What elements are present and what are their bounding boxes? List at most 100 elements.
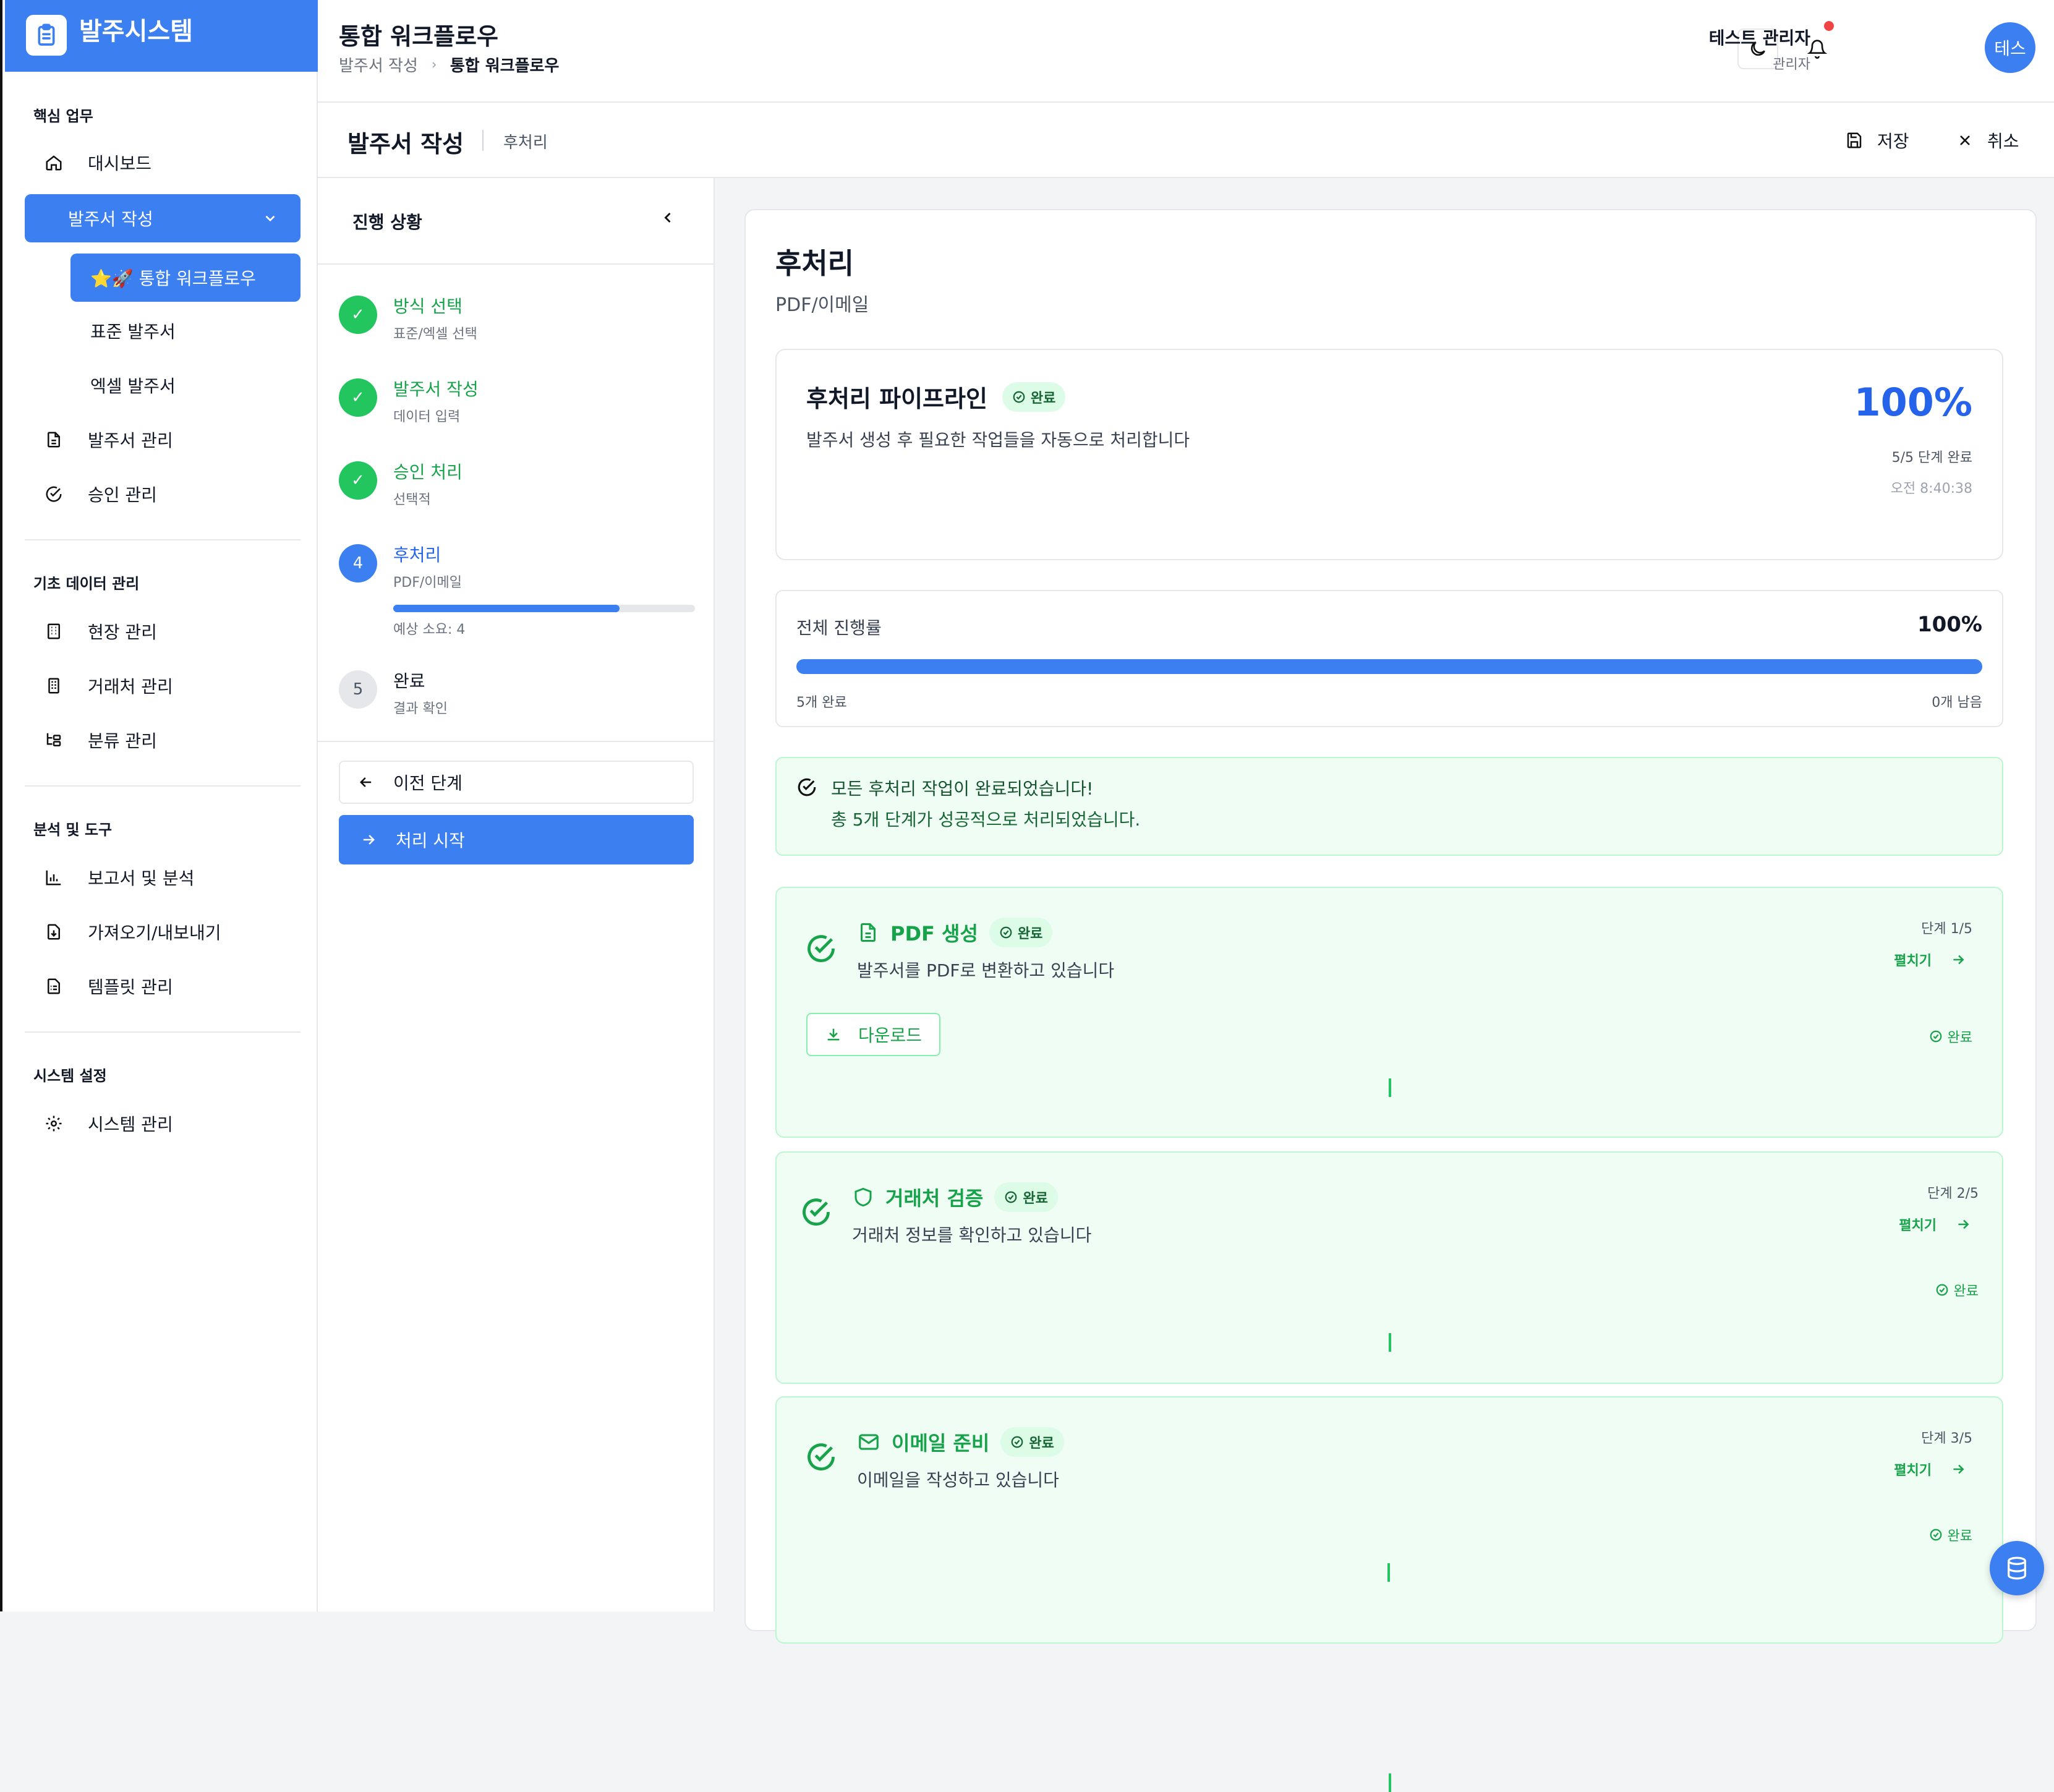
check-circle-icon [1012,390,1026,404]
building-icon [43,621,64,642]
connector-line [1389,1078,1391,1097]
collapse-panel-button[interactable] [659,209,676,226]
progress-title: 진행 상황 [352,212,422,233]
sidebar-item-approval-manage[interactable]: 승인 관리 [25,470,300,518]
overall-progress-label: 전체 진행률 [796,618,882,638]
expand-button[interactable]: 펼치기 [1899,1214,1971,1234]
sidebar-item-label: 템플릿 관리 [88,977,173,997]
download-button[interactable]: 다운로드 [806,1013,941,1056]
sidebar-item-system-manage[interactable]: 시스템 관리 [25,1099,300,1148]
sidebar-item-label: 거래처 관리 [88,676,173,697]
sidebar-item-vendor-manage[interactable]: 거래처 관리 [25,662,300,710]
task-title: PDF 생성 [890,922,978,945]
avatar[interactable]: 테스 [1985,22,2035,73]
sidebar-item-label: 표준 발주서 [90,322,176,342]
step-title: 완료 [393,671,425,691]
page-title: 통합 워크플로우 [339,23,498,50]
sidebar-item-standard-po[interactable]: 표준 발주서 [70,307,300,355]
progress-step[interactable]: 5 완료 결과 확인 [318,652,714,726]
office-building-icon [43,675,64,696]
sidebar-item-label: 분류 관리 [88,731,157,751]
sidebar: 발주시스템 핵심 업무 대시보드 발주서 작성 ⭐🚀 통합 워크플로우 표준 발… [0,0,320,1611]
sidebar-item-import-export[interactable]: 가져오기/내보내기 [25,908,300,956]
step-title: 발주서 작성 [393,379,479,399]
gear-icon [43,1113,64,1134]
badge-label: 완료 [1017,926,1043,942]
pipeline-steps-done: 5/5 단계 완료 [1891,450,1972,466]
sidebar-item-integrated-workflow[interactable]: ⭐🚀 통합 워크플로우 [70,254,300,302]
badge-label: 완료 [1029,1436,1054,1451]
progress-step[interactable]: ✓ 발주서 작성 데이터 입력 [318,360,714,434]
task-step-indicator: 단계 1/5 [1921,921,1972,937]
arrow-right-icon [360,831,377,848]
cancel-button[interactable]: 취소 [1956,126,2019,155]
progress-step[interactable]: ✓ 승인 처리 선택적 [318,443,714,517]
database-fab-button[interactable] [1990,1541,2044,1595]
pipeline-card: 후처리 파이프라인 완료 발주서 생성 후 필요한 작업들을 자동으로 처리합니… [775,349,2003,560]
expand-label: 펼치기 [1894,1463,1932,1478]
sidebar-item-label: 시스템 관리 [88,1114,173,1135]
save-button[interactable]: 저장 [1845,126,1909,155]
sidebar-item-po-manage[interactable]: 발주서 관리 [25,416,300,464]
brand-header[interactable]: 발주시스템 [5,0,320,72]
badge-label: 완료 [1023,1191,1048,1206]
chevron-right-icon [429,60,439,70]
sidebar-item-reports[interactable]: 보고서 및 분석 [25,853,300,902]
breadcrumb-item[interactable]: 발주서 작성 [339,53,418,76]
file-text-icon [857,921,879,944]
user-info[interactable]: 테스트 관리자 관리자 [1625,25,1810,73]
connector-line [1389,1333,1391,1352]
task-step-indicator: 단계 3/5 [1921,1431,1972,1446]
sidebar-item-label: 엑셀 발주서 [90,376,176,396]
top-header: 통합 워크플로우 발주서 작성 통합 워크플로우 테스트 관리자 관리자 테스 [318,0,2054,103]
file-list-icon [43,976,64,997]
section-label-core: 핵심 업무 [33,108,93,125]
success-alert: 모든 후처리 작업이 완료되었습니다! 총 5개 단계가 성공적으로 처리되었습… [775,757,2003,856]
start-processing-label: 처리 시작 [396,830,465,851]
step-subtitle: 표준/엑셀 선택 [393,326,477,342]
step-subtitle: 데이터 입력 [393,409,461,425]
content-title: 후처리 [775,247,854,280]
sidebar-item-po-create[interactable]: 발주서 작성 [25,194,300,242]
check-circle-icon [800,1196,832,1228]
completed-count: 5개 완료 [796,695,847,710]
progress-step[interactable]: ✓ 방식 선택 표준/엑셀 선택 [318,277,714,351]
step-number: 4 [339,544,377,582]
success-description: 총 5개 단계가 성공적으로 처리되었습니다. [831,809,1141,830]
sidebar-item-category-manage[interactable]: 분류 관리 [25,716,300,764]
mail-icon [857,1430,880,1454]
divider [25,539,300,540]
pipeline-title: 후처리 파이프라인 [806,385,987,412]
cancel-label: 취소 [1987,131,2019,151]
arrow-right-icon [1955,1216,1971,1232]
breadcrumb-current: 통합 워크플로우 [450,57,560,75]
sidebar-item-dashboard[interactable]: 대시보드 [25,139,300,187]
status-badge: 완료 [1000,1427,1064,1457]
pipeline-timestamp: 오전 8:40:38 [1890,481,1972,497]
task-card-email: 이메일 준비 완료 이메일을 작성하고 있습니다 단계 3/5 펼치기 완료 [775,1396,2003,1792]
check-icon: ✓ [339,296,377,334]
breadcrumb: 발주서 작성 통합 워크플로우 [339,53,559,76]
check-circle-icon [796,777,817,798]
progress-step-current[interactable]: 4 후처리 PDF/이메일 예상 소요: 4 [318,526,714,638]
expand-button[interactable]: 펼치기 [1894,1459,1966,1479]
step-number: 5 [339,670,377,709]
task-title: 거래처 검증 [885,1187,984,1210]
task-card-pdf: PDF 생성 완료 발주서를 PDF로 변환하고 있습니다 단계 1/5 펼치기… [775,887,2003,1138]
task-description: 이메일을 작성하고 있습니다 [857,1470,1059,1490]
overall-progress-percent: 100% [1917,612,1982,637]
connector-line [1389,1773,1391,1792]
prev-step-button[interactable]: 이전 단계 [339,761,694,804]
task-status-label: 완료 [1947,1030,1972,1046]
sidebar-item-templates[interactable]: 템플릿 관리 [25,962,300,1010]
expand-button[interactable]: 펼치기 [1894,950,1966,970]
sidebar-item-site-manage[interactable]: 현장 관리 [25,607,300,655]
start-processing-button[interactable]: 처리 시작 [339,815,694,864]
task-description: 거래처 정보를 확인하고 있습니다 [852,1225,1092,1245]
sidebar-item-excel-po[interactable]: 엑셀 발주서 [70,361,300,409]
sidebar-item-label: 발주서 작성 [68,209,153,229]
arrow-left-icon [357,774,375,791]
sidebar-item-label: 발주서 관리 [88,430,173,451]
divider [25,785,300,787]
progress-panel: 진행 상황 ✓ 방식 선택 표준/엑셀 선택 ✓ 발주서 작성 데이터 입력 ✓… [318,178,715,1611]
